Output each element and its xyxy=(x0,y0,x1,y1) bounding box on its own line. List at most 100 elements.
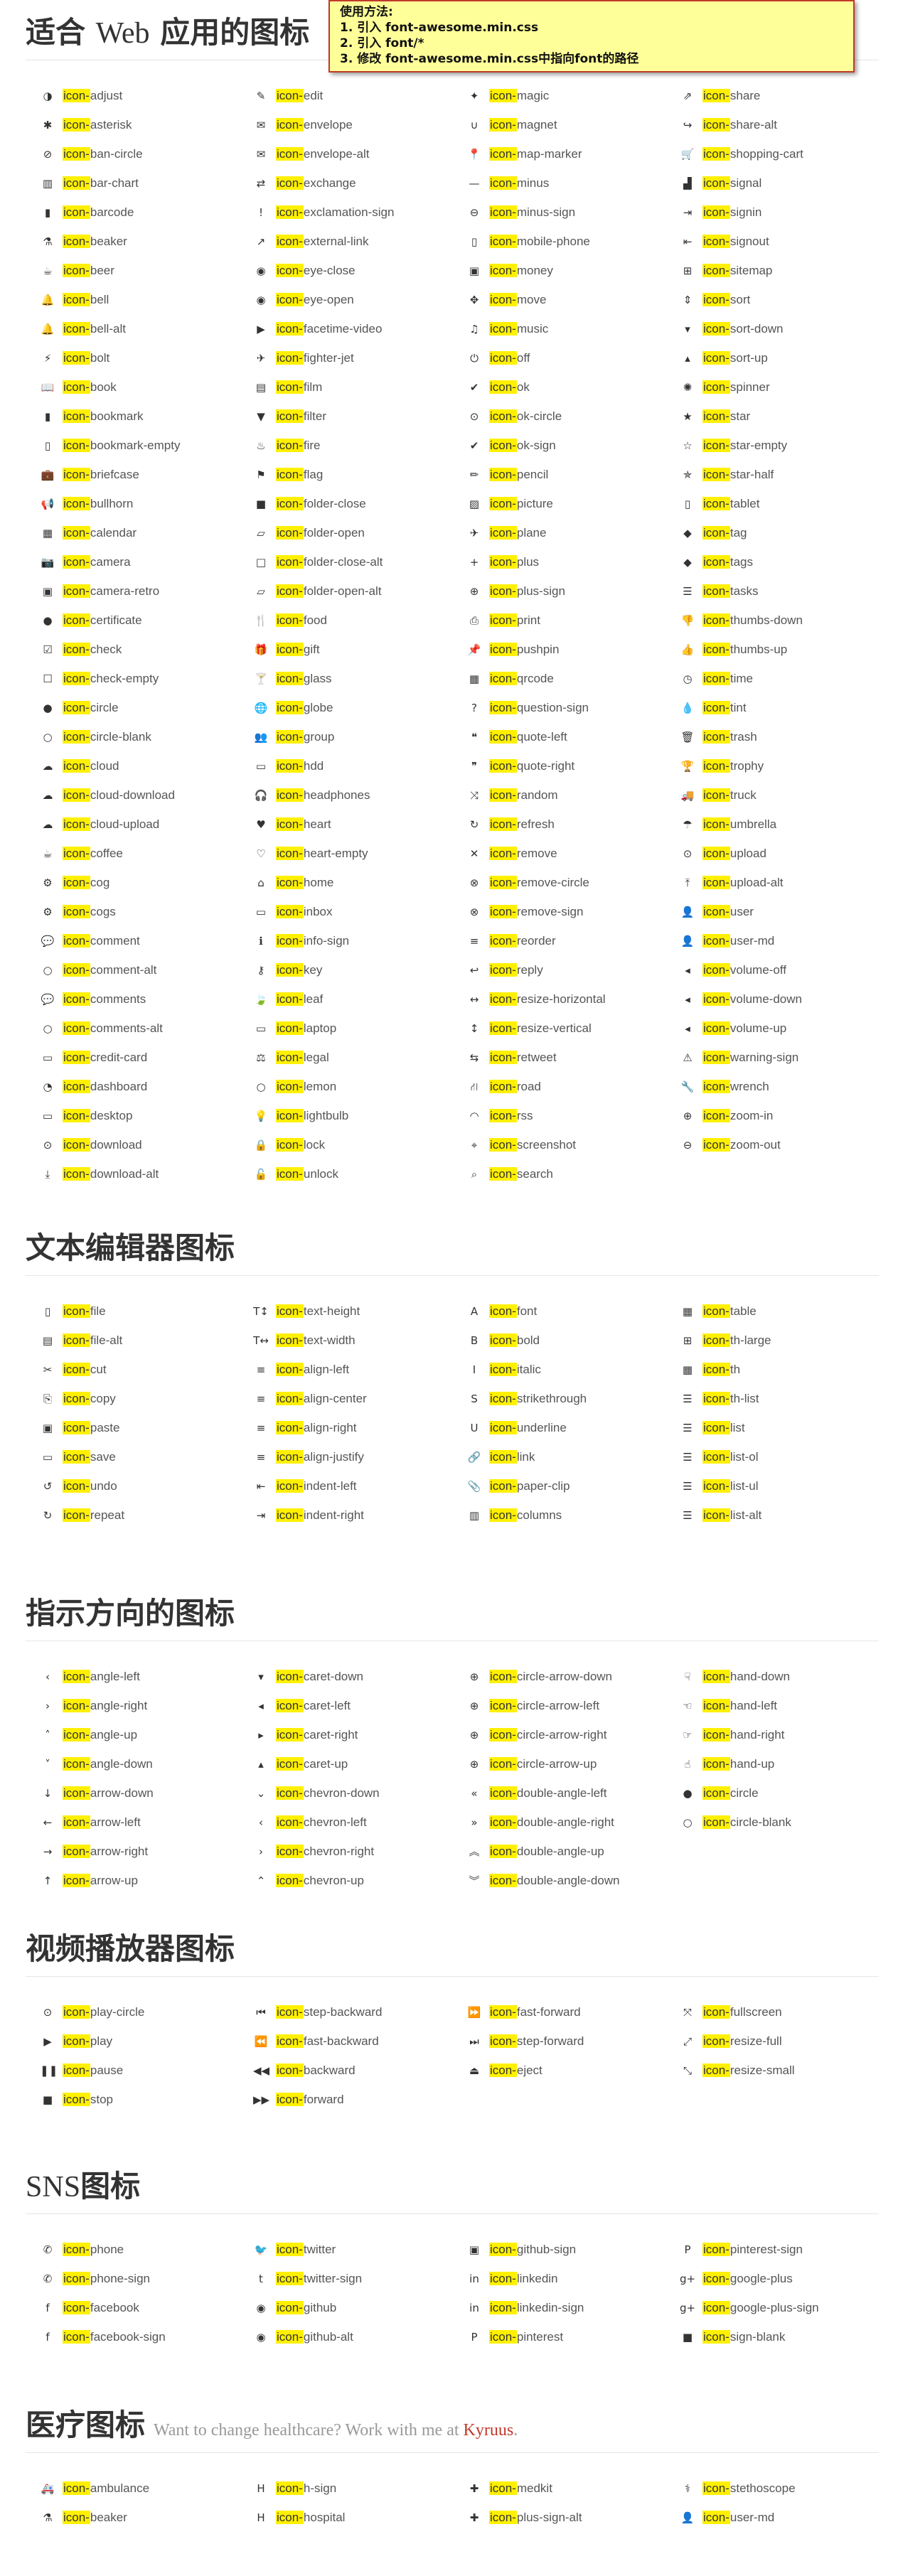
icon-item-book: 📖 icon-book xyxy=(40,372,253,402)
icon-item-thumbs-up: 👍 icon-thumbs-up xyxy=(680,635,893,664)
icon-column: ▯ icon-file ▤ icon-file-alt ✂ icon-cut ⎘ icon-c… xyxy=(40,1297,253,1530)
icon-class-prefix: icon- xyxy=(276,1363,304,1376)
icon-class-prefix: icon- xyxy=(63,555,90,569)
icon-class-name: hand-down xyxy=(730,1670,790,1683)
table-icon: ▦ xyxy=(682,1305,693,1318)
group-icon: 👥 xyxy=(254,731,268,744)
icon-class-prefix: icon- xyxy=(276,1021,304,1035)
icon-class-prefix: icon- xyxy=(702,1080,730,1093)
icon-item-play-circle: ⊙ icon-play-circle xyxy=(40,1997,253,2027)
icon-item-facetime-video: ▶ icon-facetime-video xyxy=(253,314,466,343)
facebook-icon: f xyxy=(46,2302,50,2314)
icon-class-prefix: icon- xyxy=(276,264,304,277)
ok-icon: ✔ xyxy=(469,381,479,394)
align-left-icon: ≡ xyxy=(256,1363,266,1376)
icon-item-reorder: ≡ icon-reorder xyxy=(466,926,680,955)
heart-icon: ♥ xyxy=(256,818,266,831)
icon-class-name: shopping-cart xyxy=(730,147,803,161)
icon-item-angle-left: ‹ icon-angle-left xyxy=(40,1662,253,1691)
icon-class-name: volume-up xyxy=(730,1021,787,1035)
icon-class-name: folder-open-alt xyxy=(303,584,382,598)
star-half-icon: ✯ xyxy=(683,468,693,481)
double-angle-down-icon: ︾ xyxy=(469,1874,480,1887)
icon-item-paste: ▣ icon-paste xyxy=(40,1413,253,1442)
icon-class-name: signin xyxy=(730,205,762,219)
icon-class-prefix: icon- xyxy=(63,1815,90,1829)
envelope-alt-icon: ✉ xyxy=(256,148,266,161)
icon-class-name: remove-sign xyxy=(516,905,584,918)
facebook-sign-icon: f xyxy=(46,2331,50,2344)
section-divider xyxy=(26,1976,879,1977)
icon-class-prefix: icon- xyxy=(276,1109,304,1122)
icon-item-remove-sign: ⊗ icon-remove-sign xyxy=(466,897,680,926)
link-icon: 🔗 xyxy=(467,1451,481,1464)
icon-class-name: cloud-upload xyxy=(90,817,160,831)
align-center-icon: ≡ xyxy=(256,1392,266,1405)
icon-class-prefix: icon- xyxy=(276,1167,304,1181)
icon-class-prefix: icon- xyxy=(702,1051,730,1064)
icon-class-prefix: icon- xyxy=(63,963,90,977)
icon-class-prefix: icon- xyxy=(702,1363,730,1376)
icon-class-name: pause xyxy=(90,2064,124,2077)
hand-up-icon: ☝ xyxy=(684,1758,691,1771)
list-ol-icon: ☰ xyxy=(683,1451,693,1464)
icon-class-name: list-ol xyxy=(730,1450,759,1464)
circle-arrow-left-icon: ⊕ xyxy=(469,1700,479,1712)
beaker-icon: ⚗ xyxy=(43,2511,53,2524)
icon-class-name: exchange xyxy=(303,176,356,190)
trophy-icon: 🏆 xyxy=(680,760,695,773)
icon-item-list-alt: ☰ icon-list-alt xyxy=(680,1501,893,1530)
icon-item-twitter: 🐦 icon-twitter xyxy=(253,2235,466,2264)
icon-class-name: retweet xyxy=(516,1051,557,1064)
icon-class-prefix: icon- xyxy=(276,176,304,190)
icon-item-home: ⌂ icon-home xyxy=(253,868,466,897)
icon-class-name: user-md xyxy=(730,2511,775,2524)
asterisk-icon: ✱ xyxy=(43,119,53,132)
icon-class-name: plane xyxy=(516,526,547,540)
double-angle-up-icon: ︽ xyxy=(469,1845,480,1858)
github-icon: ◉ xyxy=(256,2302,266,2314)
phone-icon: ✆ xyxy=(43,2243,53,2256)
icon-reference-page: 适合 Web 应用的图标 ◑ icon-adjust ✱ icon-asterisk ⊘ i… xyxy=(0,0,903,2576)
icon-class-prefix: icon- xyxy=(276,1421,304,1434)
kyruus-link[interactable]: Kyruus xyxy=(464,2421,514,2440)
icon-class-name: pencil xyxy=(516,468,549,481)
icon-item-caret-up: ▴ icon-caret-up xyxy=(253,1749,466,1778)
icon-class-prefix: icon- xyxy=(276,555,304,569)
file-alt-icon: ▤ xyxy=(42,1334,53,1347)
icon-class-prefix: icon- xyxy=(702,147,730,161)
icon-class-name: resize-small xyxy=(730,2064,795,2077)
icon-item-exclamation-sign: ! icon-exclamation-sign xyxy=(253,198,466,227)
icon-class-name: list-alt xyxy=(730,1508,762,1522)
icon-class-name: angle-down xyxy=(90,1757,153,1771)
icon-item-circle: ● icon-circle xyxy=(40,693,253,722)
icon-class-prefix: icon- xyxy=(702,992,730,1006)
icon-class-prefix: icon- xyxy=(702,759,730,773)
icon-class-name: medkit xyxy=(516,2481,552,2495)
icon-class-name: off xyxy=(516,351,530,365)
rss-icon: ◠ xyxy=(469,1110,479,1122)
fire-icon: ♨ xyxy=(256,439,266,452)
ban-circle-icon: ⊘ xyxy=(43,148,53,161)
icon-class-name: text-height xyxy=(303,1304,360,1318)
icon-item-bold: Bicon-bold xyxy=(466,1326,680,1355)
icon-column: T↕ icon-text-height T↔ icon-text-width ≡ icon… xyxy=(253,1297,466,1530)
icon-class-name: stethoscope xyxy=(730,2481,796,2495)
icon-class-name: angle-right xyxy=(90,1699,148,1712)
icon-item-tags: ◆ icon-tags xyxy=(680,547,893,576)
icon-class-name: double-angle-left xyxy=(516,1786,607,1800)
list-alt-icon: ☰ xyxy=(683,1509,693,1522)
icon-class-name: dashboard xyxy=(90,1080,148,1093)
icon-item-inbox: ▭ icon-inbox xyxy=(253,897,466,926)
icon-class-prefix: icon- xyxy=(702,235,730,248)
icon-class-name: arrow-up xyxy=(90,1874,138,1887)
icon-class-name: laptop xyxy=(303,1021,337,1035)
th-list-icon: ☰ xyxy=(683,1392,693,1405)
icon-item-barcode: ▮ icon-barcode xyxy=(40,198,253,227)
comments-icon: 💬 xyxy=(41,993,55,1006)
icon-class-name: beaker xyxy=(90,235,127,248)
icon-item-link: 🔗 icon-link xyxy=(466,1442,680,1471)
icon-class-name: upload xyxy=(730,847,766,860)
sort-icon: ⇕ xyxy=(683,294,693,306)
icon-item-random: ⤨ icon-random xyxy=(466,780,680,810)
